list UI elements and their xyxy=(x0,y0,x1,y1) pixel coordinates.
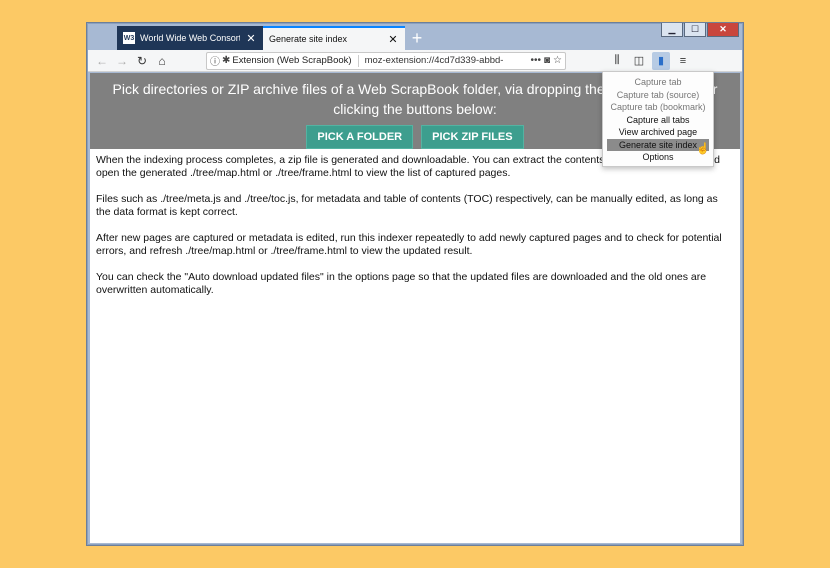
sidebar-icon[interactable]: ◫ xyxy=(630,52,648,70)
toolbar-right: ⫼ ◫ ▮ ≡ xyxy=(608,51,692,70)
menu-item-generate-site-index[interactable]: Generate site index xyxy=(607,138,709,151)
reload-icon[interactable]: ↻ xyxy=(132,51,152,71)
site-identity[interactable]: ⓘ ✱ Extension (Web ScrapBook) xyxy=(210,53,352,68)
menu-item-capture-tab[interactable]: Capture tab xyxy=(607,76,709,89)
url-bar[interactable]: ⓘ ✱ Extension (Web ScrapBook) moz-extens… xyxy=(206,51,566,70)
menu-item-capture-all-tabs[interactable]: Capture all tabs xyxy=(607,114,709,127)
library-icon[interactable]: ⫼ xyxy=(608,52,626,70)
paragraph: You can check the "Auto download updated… xyxy=(96,271,707,296)
menu-item-view-archived-page[interactable]: View archived page xyxy=(607,126,709,139)
info-icon: ⓘ xyxy=(210,57,220,68)
puzzle-icon: ✱ xyxy=(222,55,231,66)
tab-title: World Wide Web Consortium xyxy=(140,33,240,43)
minimize-button[interactable]: ▁ xyxy=(661,23,683,37)
identity-label: Extension (Web ScrapBook) xyxy=(232,55,352,66)
menu-item-capture-tab-source[interactable]: Capture tab (source) xyxy=(607,89,709,102)
menu-icon[interactable]: ≡ xyxy=(674,52,692,70)
back-icon[interactable]: ← xyxy=(92,51,112,71)
forward-icon[interactable]: → xyxy=(112,51,132,71)
close-tab-icon[interactable]: ✕ xyxy=(245,32,257,45)
maximize-button[interactable]: ☐ xyxy=(684,23,706,37)
paragraph: After new pages are captured or metadata… xyxy=(96,232,722,257)
bookmark-star-icon[interactable]: ☆ xyxy=(553,55,562,66)
url-separator xyxy=(357,54,359,67)
tab-strip: W3 World Wide Web Consortium ✕ Generate … xyxy=(117,26,429,50)
page-actions-icon[interactable]: ••• xyxy=(530,55,541,66)
url-text[interactable]: moz-extension://4cd7d339-abbd- xyxy=(365,55,528,66)
hand-cursor-icon: ☝ xyxy=(696,143,710,155)
menu-item-options[interactable]: Options xyxy=(607,151,709,164)
window-controls: ▁ ☐ ✕ xyxy=(661,23,739,37)
navigation-bar: ← → ↻ ⌂ ⓘ ✱ Extension (Web ScrapBook) mo… xyxy=(88,50,742,72)
description-text: When the indexing process completes, a z… xyxy=(90,149,740,315)
close-window-button[interactable]: ✕ xyxy=(707,23,739,37)
home-icon[interactable]: ⌂ xyxy=(152,51,172,71)
scrapbook-icon[interactable]: ▮ xyxy=(652,51,670,70)
tab-w3c[interactable]: W3 World Wide Web Consortium ✕ xyxy=(117,26,263,50)
new-tab-button[interactable]: + xyxy=(405,26,429,50)
paragraph: Files such as ./tree/meta.js and ./tree/… xyxy=(96,193,718,218)
close-tab-icon[interactable]: ✕ xyxy=(387,33,399,46)
pocket-icon[interactable]: ◙ xyxy=(544,55,550,66)
tab-title: Generate site index xyxy=(269,34,348,44)
pick-folder-button[interactable]: PICK A FOLDER xyxy=(306,125,414,149)
pick-zip-files-button[interactable]: PICK ZIP FILES xyxy=(421,125,524,149)
menu-item-capture-tab-bookmark[interactable]: Capture tab (bookmark) xyxy=(607,101,709,114)
tab-generate-site-index[interactable]: Generate site index ✕ xyxy=(263,26,405,50)
w3c-favicon-icon: W3 xyxy=(123,32,135,44)
